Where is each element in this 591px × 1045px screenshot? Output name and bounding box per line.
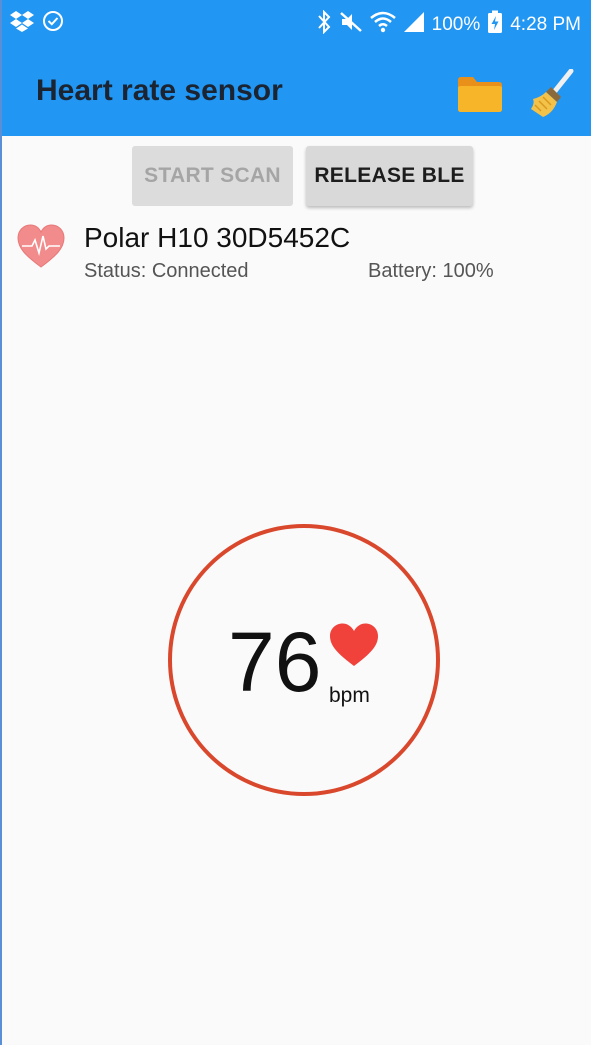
- app-bar: Heart rate sensor: [2, 50, 591, 136]
- sync-check-icon: [42, 10, 64, 38]
- folder-icon: [458, 77, 502, 112]
- status-bar: 100% 4:28 PM: [2, 0, 591, 50]
- device-status: Status: Connected: [84, 260, 249, 282]
- bluetooth-icon: [316, 9, 332, 40]
- battery-percent: 100%: [431, 14, 481, 35]
- signal-icon: [403, 11, 425, 39]
- app-title: Heart rate sensor: [36, 74, 283, 107]
- battery-charging-icon: [487, 10, 503, 40]
- start-scan-button[interactable]: START SCAN: [132, 146, 293, 206]
- app-screen: 100% 4:28 PM Heart rate sensor START SCA…: [0, 0, 591, 1045]
- wifi-icon: [369, 11, 396, 39]
- device-list-item[interactable]: Polar H10 30D5452C Status: Connected Bat…: [2, 220, 591, 290]
- heart-rate-value: 76: [228, 615, 322, 709]
- device-battery: Battery: 100%: [368, 260, 494, 282]
- heart-icon: [330, 623, 378, 666]
- clear-button[interactable]: [526, 68, 578, 120]
- device-name: Polar H10 30D5452C: [84, 222, 351, 253]
- mute-icon: [339, 10, 363, 40]
- heart-rate-unit: bpm: [329, 684, 370, 707]
- release-ble-button[interactable]: RELEASE BLE: [306, 146, 473, 206]
- open-folder-button[interactable]: [454, 68, 506, 120]
- broom-icon: [531, 69, 574, 117]
- dropbox-icon: [10, 10, 34, 38]
- clock: 4:28 PM: [510, 14, 581, 35]
- heart-pulse-icon: [17, 224, 65, 268]
- status-bar-left: [10, 10, 64, 38]
- status-bar-right: 100% 4:28 PM: [316, 9, 581, 40]
